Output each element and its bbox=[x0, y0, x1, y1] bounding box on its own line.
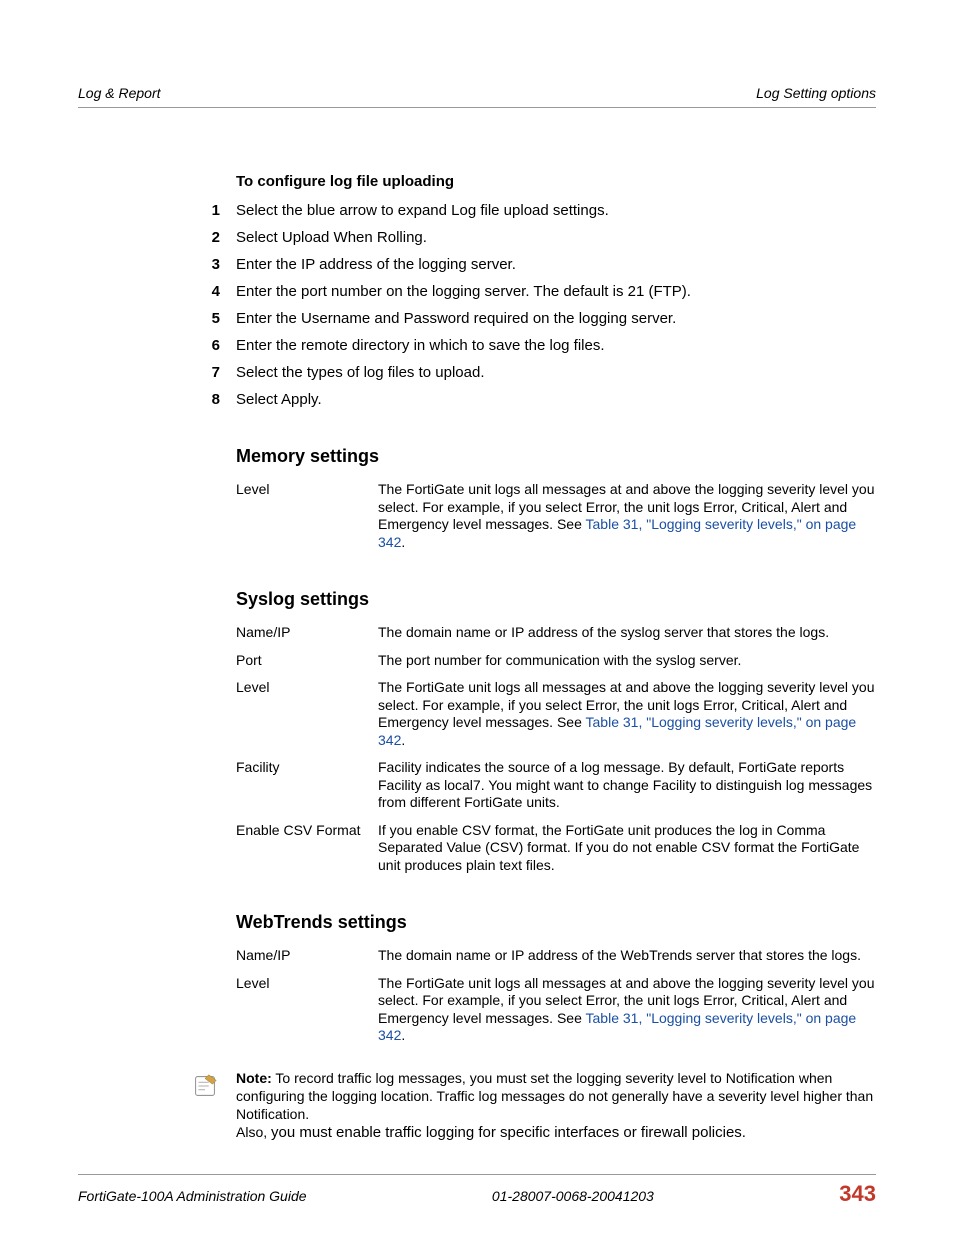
note-line2: you must enable traffic logging for spec… bbox=[271, 1124, 746, 1141]
page: Log & Report Log Setting options To conf… bbox=[0, 0, 954, 1235]
step-number: 2 bbox=[194, 229, 236, 246]
page-number: 343 bbox=[839, 1181, 876, 1207]
step-number: 8 bbox=[194, 391, 236, 408]
running-header: Log & Report Log Setting options bbox=[78, 85, 876, 108]
step-text: Select Upload When Rolling. bbox=[236, 229, 876, 246]
note-line1: To record traffic log messages, you must… bbox=[236, 1070, 873, 1122]
step-row: 4Enter the port number on the logging se… bbox=[236, 283, 876, 300]
step-text: Enter the port number on the logging ser… bbox=[236, 283, 876, 300]
definition-term: Level bbox=[236, 679, 378, 749]
definition-desc: The FortiGate unit logs all messages at … bbox=[378, 481, 876, 551]
procedure-title: To configure log file uploading bbox=[236, 173, 876, 190]
definition-term: Name/IP bbox=[236, 947, 378, 965]
definition-desc: Facility indicates the source of a log m… bbox=[378, 759, 876, 812]
definition-row: Name/IPThe domain name or IP address of … bbox=[236, 624, 876, 642]
definition-row: Name/IPThe domain name or IP address of … bbox=[236, 947, 876, 965]
footer: FortiGate-100A Administration Guide 01-2… bbox=[78, 1174, 876, 1207]
step-text: Enter the Username and Password required… bbox=[236, 310, 876, 327]
definition-desc: The domain name or IP address of the sys… bbox=[378, 624, 876, 642]
footer-left: FortiGate-100A Administration Guide bbox=[78, 1188, 307, 1204]
definition-term: Name/IP bbox=[236, 624, 378, 642]
definition-desc: The port number for communication with t… bbox=[378, 652, 876, 670]
definition-row: LevelThe FortiGate unit logs all message… bbox=[236, 975, 876, 1045]
memory-heading: Memory settings bbox=[236, 446, 876, 467]
cross-ref-link[interactable]: Table 31, "Logging severity levels," on … bbox=[378, 516, 856, 550]
cross-ref-link[interactable]: Table 31, "Logging severity levels," on … bbox=[378, 1010, 856, 1044]
definition-term: Level bbox=[236, 481, 378, 551]
step-row: 3Enter the IP address of the logging ser… bbox=[236, 256, 876, 273]
cross-ref-link[interactable]: Table 31, "Logging severity levels," on … bbox=[378, 714, 856, 748]
definition-term: Level bbox=[236, 975, 378, 1045]
procedure-steps: 1Select the blue arrow to expand Log fil… bbox=[236, 202, 876, 408]
content-column: To configure log file uploading 1Select … bbox=[236, 173, 876, 1143]
definition-desc: The FortiGate unit logs all messages at … bbox=[378, 679, 876, 749]
step-text: Select Apply. bbox=[236, 391, 876, 408]
syslog-heading: Syslog settings bbox=[236, 589, 876, 610]
header-left: Log & Report bbox=[78, 85, 161, 101]
step-row: 2Select Upload When Rolling. bbox=[236, 229, 876, 246]
definition-term: Enable CSV Format bbox=[236, 822, 378, 875]
definition-row: PortThe port number for communication wi… bbox=[236, 652, 876, 670]
step-row: 8Select Apply. bbox=[236, 391, 876, 408]
definition-row: Enable CSV FormatIf you enable CSV forma… bbox=[236, 822, 876, 875]
note-also: Also, bbox=[236, 1124, 271, 1140]
definition-desc: The domain name or IP address of the Web… bbox=[378, 947, 876, 965]
step-number: 6 bbox=[194, 337, 236, 354]
memory-table: LevelThe FortiGate unit logs all message… bbox=[236, 481, 876, 551]
step-row: 7Select the types of log files to upload… bbox=[236, 364, 876, 381]
webtrends-heading: WebTrends settings bbox=[236, 912, 876, 933]
definition-desc: If you enable CSV format, the FortiGate … bbox=[378, 822, 876, 875]
definition-row: LevelThe FortiGate unit logs all message… bbox=[236, 679, 876, 749]
header-right: Log Setting options bbox=[756, 85, 876, 101]
step-number: 7 bbox=[194, 364, 236, 381]
step-number: 1 bbox=[194, 202, 236, 219]
definition-row: FacilityFacility indicates the source of… bbox=[236, 759, 876, 812]
note-label: Note: bbox=[236, 1070, 272, 1086]
step-number: 5 bbox=[194, 310, 236, 327]
step-text: Select the blue arrow to expand Log file… bbox=[236, 202, 876, 219]
step-text: Enter the IP address of the logging serv… bbox=[236, 256, 876, 273]
definition-term: Facility bbox=[236, 759, 378, 812]
step-text: Select the types of log files to upload. bbox=[236, 364, 876, 381]
footer-center: 01-28007-0068-20041203 bbox=[492, 1188, 654, 1204]
step-text: Enter the remote directory in which to s… bbox=[236, 337, 876, 354]
note-block: Note: To record traffic log messages, yo… bbox=[190, 1069, 876, 1143]
step-row: 5Enter the Username and Password require… bbox=[236, 310, 876, 327]
step-number: 3 bbox=[194, 256, 236, 273]
definition-row: LevelThe FortiGate unit logs all message… bbox=[236, 481, 876, 551]
webtrends-table: Name/IPThe domain name or IP address of … bbox=[236, 947, 876, 1045]
note-icon bbox=[190, 1069, 236, 1143]
note-text: Note: To record traffic log messages, yo… bbox=[236, 1069, 876, 1143]
step-row: 6Enter the remote directory in which to … bbox=[236, 337, 876, 354]
definition-term: Port bbox=[236, 652, 378, 670]
syslog-table: Name/IPThe domain name or IP address of … bbox=[236, 624, 876, 874]
step-number: 4 bbox=[194, 283, 236, 300]
definition-desc: The FortiGate unit logs all messages at … bbox=[378, 975, 876, 1045]
step-row: 1Select the blue arrow to expand Log fil… bbox=[236, 202, 876, 219]
